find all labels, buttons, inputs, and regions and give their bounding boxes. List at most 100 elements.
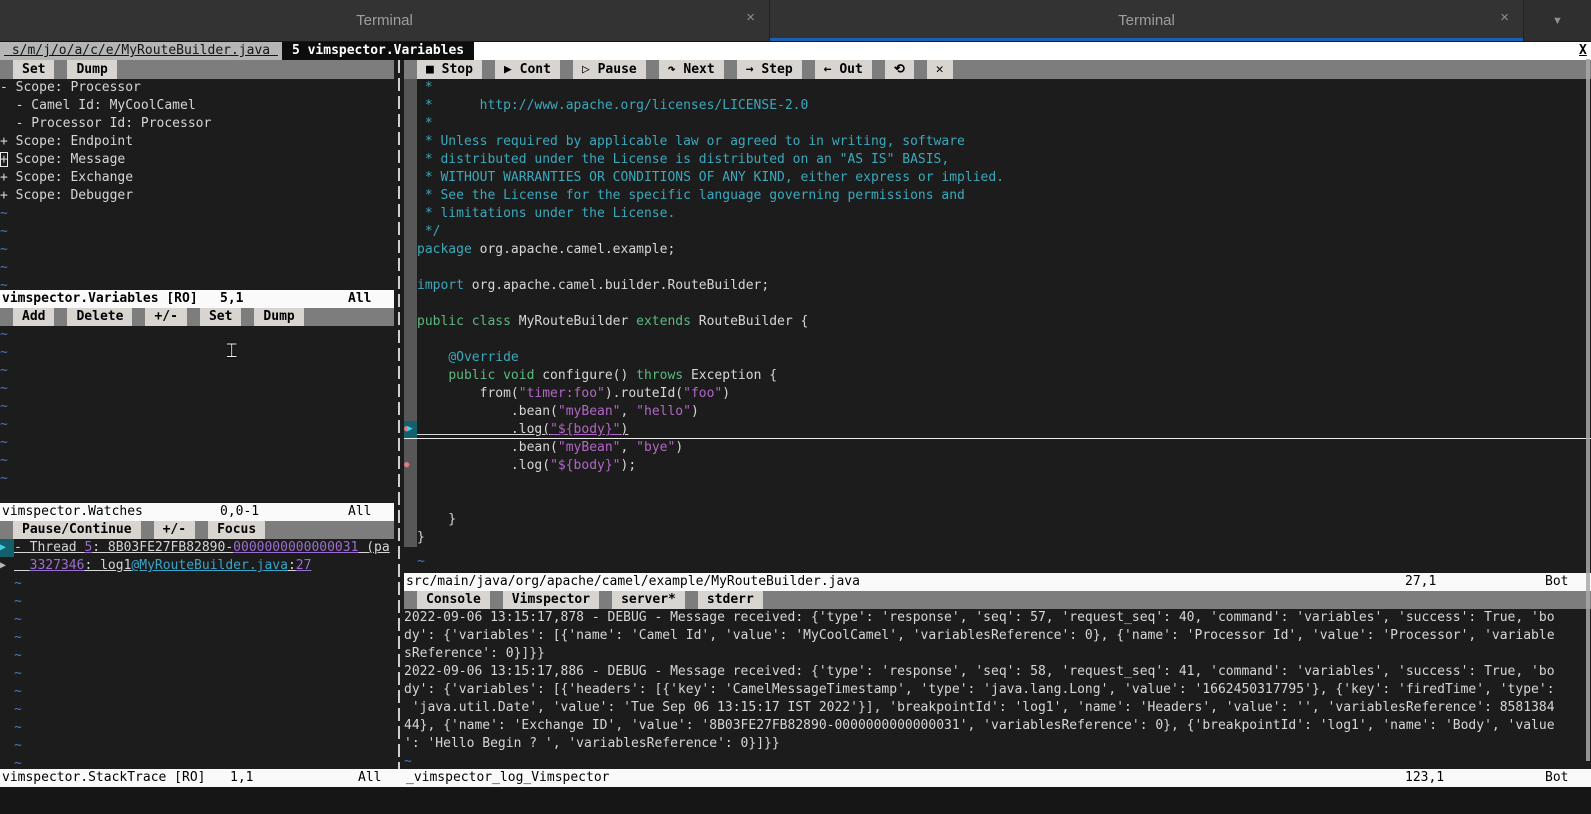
log-buffer[interactable]: 2022-09-06 13:15:17,878 - DEBUG - Messag… [404,609,1591,769]
variables-line: + Scope: Message [0,151,394,169]
continue-button[interactable]: ▶ Cont [495,60,560,79]
console-button[interactable]: Console [417,591,490,609]
text-segment: public void [448,368,534,383]
pause-button[interactable]: ▷ Pause [573,60,646,79]
cursor-position: 0,0-1 [220,503,348,521]
log-line: dy': {'variables': [{'name': 'Camel Id',… [404,627,1591,645]
watches-buffer[interactable]: ~~~~~~~~~ [0,326,394,503]
variables-buffer[interactable]: - Scope: Processor - Camel Id: MyCoolCam… [0,79,394,290]
text-segment: @MyRouteBuilder.java [131,558,288,573]
set-button[interactable]: Set [200,308,241,326]
stacktrace-line: ~ [0,611,394,629]
buffer-name: vimspector.StackTrace [RO] [0,769,230,787]
expand-collapse-button[interactable]: +/- [145,308,186,326]
text-segment: ~ [0,363,8,378]
restart-button[interactable]: ⟲ [885,60,914,79]
text-segment: "foo" [683,386,722,401]
titlebar: Terminal × Terminal × ▼ [0,0,1591,42]
sign-column [404,475,417,493]
tab-close-icon[interactable]: × [746,9,755,27]
text-segment: ~ [0,260,8,275]
pause-continue-button[interactable]: Pause/Continue [13,521,141,539]
log-line: sReference': 0}]}} [404,645,1591,663]
code-line: .bean("myBean", "hello") [404,403,1591,421]
code-line: } [404,529,1591,547]
code-line [404,295,1591,313]
text-segment: * [417,116,433,131]
scroll-indicator: Bot [1545,573,1591,591]
close-button[interactable]: ✕ [927,60,953,79]
text-segment: + Scope: Exchange [0,170,133,185]
stacktrace-line: ~ [0,683,394,701]
text-segment: .log( [417,458,550,473]
cursor-position: 5,1 [220,290,348,308]
expand-collapse-button[interactable]: +/- [154,521,195,539]
text-segment: */ [417,224,440,239]
sign-column [0,593,14,611]
text-segment: MyRouteBuilder [511,314,636,329]
vim-tab-close-button[interactable]: X [1579,42,1591,60]
stacktrace-buffer[interactable]: ▶- Thread 5: 8B03FE27FB82890-00000000000… [0,539,394,769]
text-segment: ': 'Hello Begin ? ', 'variablesReference… [404,736,780,751]
sign-column [404,79,417,97]
variables-line: - Scope: Processor [0,79,394,97]
text-segment: "timer:foo" [519,386,605,401]
code-buffer[interactable]: * * http://www.apache.org/licenses/LICEN… [404,79,1591,573]
vim-command-line[interactable] [0,787,1591,814]
code-line: ~ [404,547,1591,565]
vimspector-button[interactable]: Vimspector [503,591,599,609]
text-segment: ) [621,422,629,437]
sign-column [404,349,417,367]
dump-button[interactable]: Dump [254,308,303,326]
text-segment: ~ [14,756,22,769]
text-segment: * See the License for the specific langu… [417,188,965,203]
code-line: * Unless required by applicable law or a… [404,133,1591,151]
step-into-button[interactable]: → Step [737,60,802,79]
sign-column [0,611,14,629]
stacktrace-line: ~ [0,593,394,611]
sign-column [404,439,417,457]
code-line: } [404,511,1591,529]
tab-close-icon[interactable]: × [1500,9,1509,27]
terminal-scrollbar[interactable] [1586,59,1590,761]
current-frame-icon: ▶ [0,557,14,575]
text-segment: - Processor Id: Processor [0,116,211,131]
variables-line: ~ [0,205,394,223]
variables-line: + Scope: Debugger [0,187,394,205]
program-counter-breakpoint-icon[interactable]: ●▶ [404,421,417,439]
step-over-button[interactable]: ↷ Next [659,60,724,79]
text-segment: ~ [0,345,8,360]
dump-button[interactable]: Dump [67,60,116,79]
set-button[interactable]: Set [13,60,54,79]
text-segment: : log1 [84,558,131,573]
text-segment: , [621,440,637,455]
text-segment: - Camel Id: MyCoolCamel [0,98,196,113]
vim-tab-vimspector-variables[interactable]: 5 vimspector.Variables [282,42,474,60]
text-segment: "hello" [636,404,691,419]
variables-line: ~ [0,259,394,277]
code-line [404,331,1591,349]
text-segment: ~ [0,453,8,468]
bottom-statusline: vimspector.StackTrace [RO] 1,1 All _vims… [0,769,1591,787]
server-button[interactable]: server* [612,591,685,609]
vim-tab-myroutebuilder[interactable]: s/m/j/o/a/c/e/MyRouteBuilder.java [0,42,282,60]
code-line [404,259,1591,277]
breakpoint-icon[interactable]: ● [404,457,417,475]
text-segment: Exception { [683,368,777,383]
delete-button[interactable]: Delete [67,308,132,326]
text-segment: import [417,278,464,293]
variables-line: ~ [0,223,394,241]
window-separator[interactable] [394,60,404,769]
stderr-button[interactable]: stderr [698,591,763,609]
focus-button[interactable]: Focus [208,521,265,539]
step-out-button[interactable]: ← Out [815,60,872,79]
terminal-tab-right[interactable]: Terminal × [770,0,1524,41]
cursor-position: 27,1 [1405,573,1545,591]
stop-button[interactable]: ■ Stop [417,60,482,79]
add-button[interactable]: Add [13,308,54,326]
sign-column [404,205,417,223]
tab-list-dropdown[interactable]: ▼ [1524,0,1591,41]
text-segment: dy': {'variables': [{'name': 'Camel Id',… [404,628,1555,643]
terminal-tab-left[interactable]: Terminal × [0,0,770,41]
sign-column [404,295,417,313]
